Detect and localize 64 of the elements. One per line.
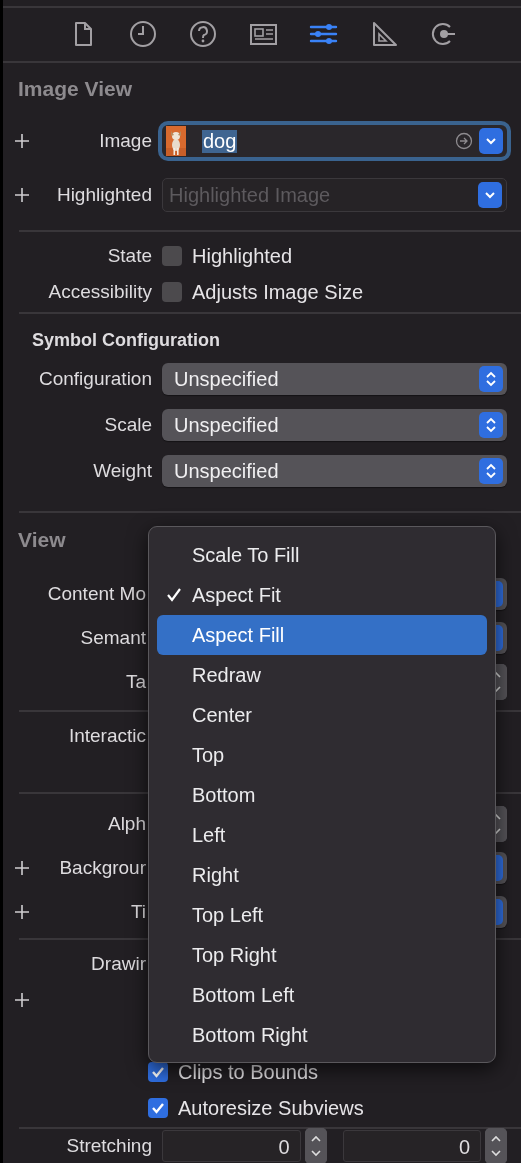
menu-item[interactable]: Left [157, 815, 487, 855]
stepper[interactable] [485, 1128, 507, 1163]
checkbox-label[interactable]: Adjusts Image Size [192, 280, 364, 304]
menu-item[interactable]: Top [157, 735, 487, 775]
menu-item[interactable]: Aspect Fill [157, 615, 487, 655]
clock-icon[interactable] [128, 19, 159, 50]
add-icon[interactable] [14, 904, 30, 920]
menu-item[interactable]: Aspect Fit [157, 575, 487, 615]
popup-button[interactable]: Unspecified [162, 409, 507, 441]
field-label: Stretching [66, 1135, 152, 1157]
dropdown-button[interactable] [478, 182, 502, 208]
field-label: Ti [130, 901, 146, 923]
field-label: Configuration [38, 368, 152, 390]
menu-item[interactable]: Right [157, 855, 487, 895]
checkbox-label[interactable]: Autoresize Subviews [178, 1096, 364, 1120]
field-label: Semant [80, 627, 146, 649]
subsection-title: Symbol Configuration [32, 329, 220, 352]
popup-button[interactable]: Unspecified [162, 363, 507, 395]
popup-button[interactable]: Unspecified [162, 455, 507, 487]
up-down-chevron-icon [485, 416, 497, 434]
field-label: Content Mo [47, 583, 146, 605]
number-field[interactable]: 0 [342, 1130, 481, 1162]
section-title: View [18, 527, 66, 553]
dropdown-button[interactable] [479, 128, 503, 154]
chevron-down-icon [485, 137, 497, 145]
stepper[interactable] [304, 1128, 327, 1163]
field-label: Interactic [68, 725, 146, 747]
field-label: State [107, 245, 152, 267]
checkbox-label[interactable]: Highlighted [192, 244, 293, 268]
section-title: Image View [18, 76, 132, 102]
menu-item[interactable]: Scale To Fill [157, 535, 487, 575]
up-down-chevron-icon [485, 370, 497, 388]
add-icon[interactable] [14, 992, 30, 1008]
add-icon[interactable] [14, 187, 30, 203]
add-icon[interactable] [14, 133, 30, 149]
menu-item[interactable]: Bottom Left [157, 975, 487, 1015]
checkmark-icon [151, 1066, 165, 1078]
checkbox-label[interactable]: Clips to Bounds [178, 1060, 319, 1084]
menu-item[interactable]: Center [157, 695, 487, 735]
checkbox[interactable] [148, 1098, 168, 1118]
help-icon[interactable] [188, 19, 219, 50]
menu-item[interactable]: Top Right [157, 935, 487, 975]
menu-item[interactable]: Redraw [157, 655, 487, 695]
checkbox[interactable] [162, 246, 182, 266]
number-field[interactable]: 0 [162, 1130, 301, 1162]
menu-item[interactable]: Bottom Right [157, 1015, 487, 1055]
chevron-down-icon [484, 191, 496, 199]
up-down-chevron-icon [485, 462, 497, 480]
arrow-circle-icon[interactable] [455, 132, 473, 150]
field-label: Weight [93, 460, 152, 482]
checkbox[interactable] [148, 1062, 168, 1082]
field-label: Accessibility [48, 281, 152, 303]
field-label: Drawir [91, 953, 146, 975]
add-icon[interactable] [14, 860, 30, 876]
menu-item[interactable]: Bottom [157, 775, 487, 815]
field-label: Scale [104, 414, 152, 436]
field-label: Alph [107, 813, 146, 835]
field-label: Ta [125, 671, 146, 693]
field-label: Highlighted [56, 184, 152, 206]
checkbox[interactable] [162, 282, 182, 302]
field-label: Image [99, 130, 152, 152]
field-label: Backgrour [59, 857, 146, 879]
menu-item[interactable]: Top Left [157, 895, 487, 935]
checkmark-icon [151, 1102, 165, 1114]
